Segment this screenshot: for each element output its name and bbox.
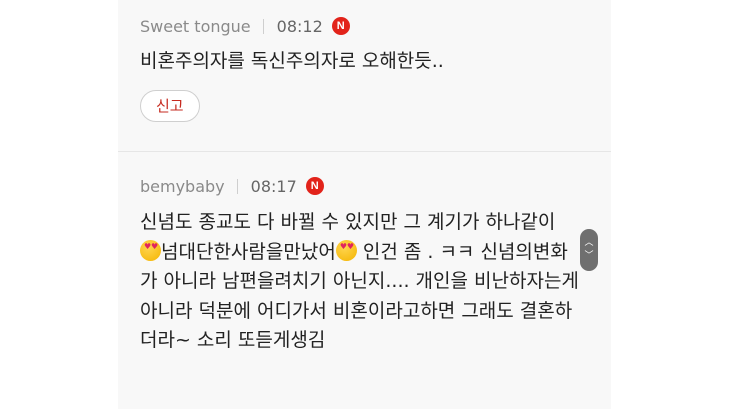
meta-divider	[262, 18, 264, 34]
report-button[interactable]: 신고	[140, 90, 200, 122]
comment-item: Sweet tongue 08:12 N 비혼주의자를 독신주의자로 오해한듯.…	[140, 8, 601, 122]
comment-text-part: 넘대단한사람을만났어	[161, 240, 336, 263]
comment-divider	[118, 151, 611, 152]
scroll-down-icon[interactable]: ﹀	[584, 250, 593, 263]
comment-author[interactable]: bemybaby	[140, 177, 225, 196]
comment-item: bemybaby 08:17 N 신념도 종교도 다 바뀔 수 있지만 그 계기…	[140, 168, 601, 356]
comment-meta: bemybaby 08:17 N	[140, 168, 601, 204]
scroll-up-icon[interactable]: ︿	[584, 237, 593, 250]
comment-text-part: 신념도 종교도 다 바뀔 수 있지만 그 계기가 하나같이	[140, 211, 556, 233]
heart-eyes-emoji-icon	[335, 239, 357, 261]
scroll-buttons[interactable]: ︿ ﹀	[580, 229, 598, 271]
comment-meta: Sweet tongue 08:12 N	[140, 8, 601, 44]
comment-author[interactable]: Sweet tongue	[140, 17, 251, 36]
comment-list: Sweet tongue 08:12 N 비혼주의자를 독신주의자로 오해한듯.…	[118, 0, 611, 409]
comment-text: 신념도 종교도 다 바뀔 수 있지만 그 계기가 하나같이 넘대단한사람을만났어…	[140, 208, 580, 356]
comment-time: 08:17	[250, 176, 297, 196]
meta-divider	[236, 178, 238, 194]
new-badge-icon: N	[331, 17, 350, 35]
comment-time: 08:12	[276, 16, 323, 36]
heart-eyes-emoji-icon	[140, 239, 161, 261]
new-badge-icon: N	[305, 177, 324, 195]
comment-text: 비혼주의자를 독신주의자로 오해한듯..	[140, 50, 444, 72]
